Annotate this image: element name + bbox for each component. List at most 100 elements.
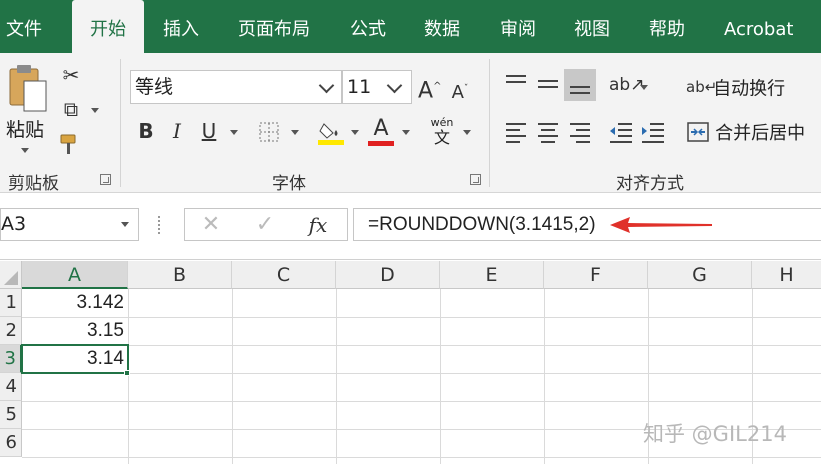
format-painter-icon[interactable]: [58, 131, 84, 157]
column-header-c[interactable]: C: [232, 261, 336, 289]
orientation-dropdown-icon[interactable]: [640, 85, 648, 90]
column-header-f[interactable]: F: [544, 261, 648, 289]
copy-icon[interactable]: ⧉: [58, 95, 84, 123]
increase-indent-icon[interactable]: [640, 120, 666, 144]
tab-view[interactable]: 视图: [574, 0, 610, 53]
formula-bar-grip[interactable]: [158, 216, 162, 234]
phonetic-icon[interactable]: wén 文: [428, 117, 456, 147]
gridline: [544, 289, 545, 464]
underline-icon[interactable]: U: [198, 117, 220, 145]
column-header-d[interactable]: D: [336, 261, 440, 289]
align-middle-icon[interactable]: [536, 73, 560, 95]
column-header-h[interactable]: H: [752, 261, 821, 289]
font-group-label: 字体: [272, 174, 306, 194]
paste-dropdown-icon[interactable]: [21, 148, 29, 153]
gridline: [440, 289, 441, 464]
merge-center-button[interactable]: 合并后居中: [686, 119, 805, 147]
font-size-combo[interactable]: 11: [342, 70, 412, 104]
font-name-combo[interactable]: 等线: [130, 70, 342, 104]
row-header-1[interactable]: 1: [0, 289, 22, 317]
gridline: [336, 289, 337, 464]
name-box-value: A3: [1, 213, 27, 235]
font-color-icon[interactable]: A: [368, 115, 394, 143]
name-box[interactable]: A3: [0, 208, 139, 241]
tab-help[interactable]: 帮助: [649, 0, 685, 53]
paste-label: 粘贴: [6, 119, 45, 141]
cut-icon[interactable]: ✂: [58, 61, 84, 89]
formula-bar: A3 ✕ ✓ fx =ROUNDDOWN(3.1415,2): [0, 194, 821, 260]
wrap-text-button[interactable]: ab↵ 自动换行: [686, 73, 785, 101]
gridline: [128, 289, 129, 464]
align-top-icon[interactable]: [504, 73, 528, 95]
column-header-b[interactable]: B: [128, 261, 232, 289]
font-size-value: 11: [347, 76, 372, 98]
clipboard-group-label: 剪贴板: [8, 174, 59, 194]
paste-button[interactable]: 粘贴: [2, 61, 50, 159]
fx-icon[interactable]: fx: [303, 211, 333, 239]
decrease-indent-icon[interactable]: [608, 120, 634, 144]
cell-a2[interactable]: 3.15: [22, 317, 128, 345]
tab-data[interactable]: 数据: [424, 0, 460, 53]
row-header-6[interactable]: 6: [0, 429, 22, 457]
enter-icon[interactable]: ✓: [253, 211, 277, 239]
wrap-text-label: 自动换行: [713, 78, 786, 100]
underline-dropdown-icon[interactable]: [230, 130, 238, 135]
merge-icon: [687, 122, 709, 142]
center-icon[interactable]: [536, 120, 560, 144]
formula-buttons: ✕ ✓ fx: [184, 208, 348, 241]
alignment-group-label: 对齐方式: [616, 174, 684, 194]
chevron-down-icon[interactable]: [318, 77, 335, 94]
merge-center-label: 合并后居中: [715, 123, 806, 144]
formula-input[interactable]: =ROUNDDOWN(3.1415,2): [353, 208, 821, 241]
row-header-2[interactable]: 2: [0, 317, 22, 345]
cancel-icon[interactable]: ✕: [199, 211, 223, 239]
phonetic-dropdown-icon[interactable]: [463, 130, 471, 135]
tab-review[interactable]: 审阅: [500, 0, 536, 53]
bold-icon[interactable]: B: [135, 117, 157, 145]
separator: [120, 59, 121, 187]
cell-a3[interactable]: 3.14: [21, 344, 129, 374]
gridline: [22, 345, 821, 346]
wrap-text-icon: ab↵: [686, 78, 718, 96]
tab-formulas[interactable]: 公式: [350, 0, 386, 53]
row-header-4[interactable]: 4: [0, 373, 22, 401]
separator: [489, 59, 490, 187]
select-all-corner[interactable]: [0, 261, 22, 289]
gridline: [232, 289, 233, 464]
copy-dropdown-icon[interactable]: [91, 108, 99, 113]
phonetic-char: 文: [433, 128, 450, 147]
row-header-5[interactable]: 5: [0, 401, 22, 429]
increase-font-icon[interactable]: A^: [418, 73, 441, 105]
italic-icon[interactable]: I: [166, 117, 188, 145]
cell-a1[interactable]: 3.142: [22, 289, 128, 317]
gridline: [22, 457, 821, 458]
column-header-g[interactable]: G: [648, 261, 752, 289]
gridline: [22, 373, 821, 374]
chevron-down-icon[interactable]: [386, 77, 403, 94]
orientation-icon[interactable]: ab↗: [609, 71, 644, 99]
border-icon[interactable]: [258, 121, 280, 143]
font-color-bar: [368, 141, 394, 146]
align-right-icon[interactable]: [568, 120, 592, 144]
font-launcher-icon[interactable]: [470, 174, 481, 185]
font-color-dropdown-icon[interactable]: [402, 130, 410, 135]
fill-color-icon[interactable]: [318, 118, 344, 146]
select-all-icon: [4, 271, 18, 285]
column-header-e[interactable]: E: [440, 261, 544, 289]
gridline: [22, 401, 821, 402]
name-box-dropdown-icon[interactable]: [121, 222, 129, 227]
fill-handle[interactable]: [124, 370, 130, 376]
align-bottom-button[interactable]: [564, 69, 596, 101]
row-header-3[interactable]: 3: [0, 345, 22, 373]
decrease-font-icon[interactable]: Aˇ: [450, 75, 470, 107]
align-left-icon[interactable]: [504, 120, 528, 144]
column-header-a[interactable]: A: [22, 261, 128, 289]
fill-color-dropdown-icon[interactable]: [351, 130, 359, 135]
tab-file[interactable]: 文件: [6, 0, 42, 53]
border-dropdown-icon[interactable]: [291, 130, 299, 135]
tab-home[interactable]: 开始: [72, 0, 144, 53]
tab-page-layout[interactable]: 页面布局: [238, 0, 310, 53]
tab-acrobat[interactable]: Acrobat: [724, 0, 793, 53]
clipboard-launcher-icon[interactable]: [100, 174, 111, 185]
tab-insert[interactable]: 插入: [163, 0, 199, 53]
